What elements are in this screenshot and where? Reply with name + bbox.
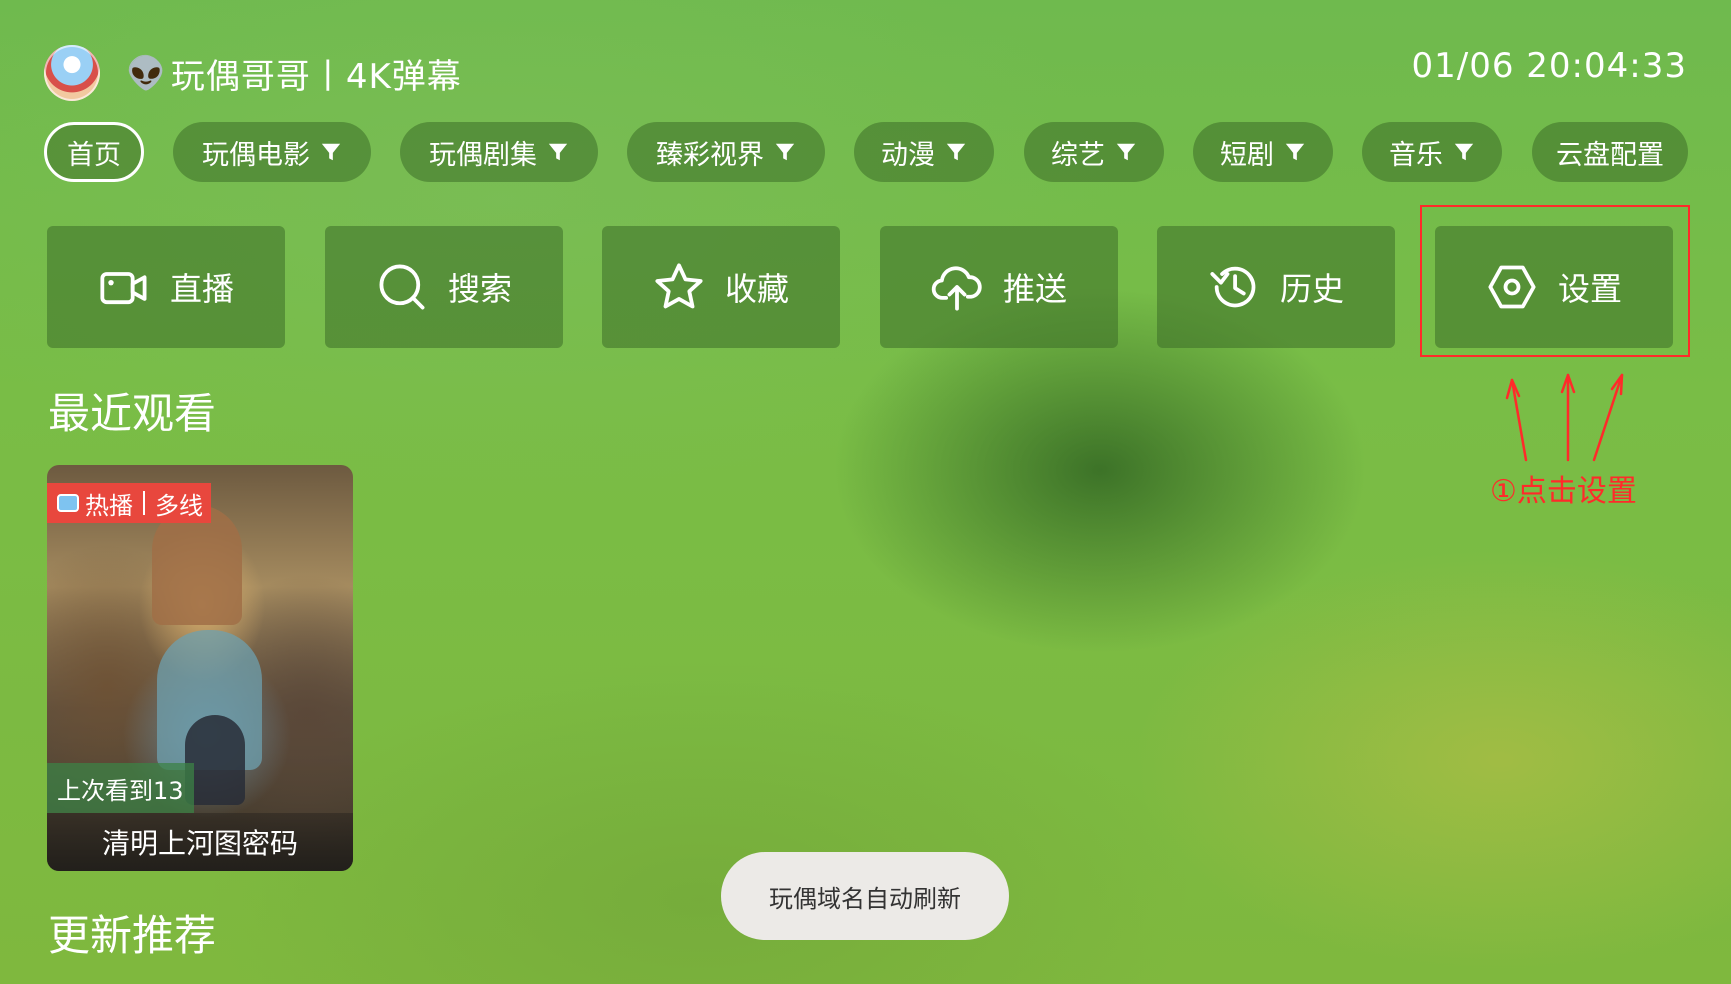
filter-icon	[1454, 143, 1474, 161]
nav-item-label: 短剧	[1220, 139, 1274, 171]
filter-icon	[548, 143, 568, 161]
app-title-text: 玩偶哥哥丨4K弹幕	[170, 56, 462, 97]
nav-item-label: 首页	[67, 139, 121, 171]
filter-icon	[1285, 143, 1305, 161]
recent-item-title: 清明上河图密码	[47, 813, 353, 871]
history-button-label: 历史	[1279, 270, 1344, 308]
nav-item-music[interactable]: 音乐	[1362, 122, 1502, 182]
live-button-label: 直播	[169, 270, 234, 308]
filter-icon	[775, 143, 795, 161]
history-button[interactable]: 历史	[1157, 226, 1395, 348]
app-title: 👽 玩偶哥哥丨4K弹幕	[126, 49, 462, 98]
home-screen: 👽 玩偶哥哥丨4K弹幕 01/06 20:04:33 首页 玩偶电影 玩偶剧集 …	[0, 0, 1731, 984]
nav-item-series[interactable]: 玩偶剧集	[400, 122, 598, 182]
header: 👽 玩偶哥哥丨4K弹幕	[44, 44, 462, 102]
status-badge: 热播 多线	[47, 483, 211, 523]
settings-highlight-box	[1420, 205, 1690, 357]
nav-item-anime[interactable]: 动漫	[854, 122, 994, 182]
favorites-button[interactable]: 收藏	[602, 226, 840, 348]
toast-message: 玩偶域名自动刷新	[721, 852, 1009, 940]
watch-progress-label: 上次看到13	[47, 763, 194, 813]
nav-item-cloud-config[interactable]: 云盘配置	[1532, 122, 1688, 182]
filter-icon	[321, 143, 341, 161]
cloud-upload-icon	[931, 266, 982, 311]
tv-icon	[57, 494, 79, 512]
nav-item-label: 臻彩视界	[656, 139, 764, 171]
recent-item-card[interactable]: 热播 多线 上次看到13 清明上河图密码	[47, 465, 353, 871]
star-icon	[655, 263, 703, 309]
filter-icon	[946, 143, 966, 161]
filter-icon	[1116, 143, 1136, 161]
nav-item-label: 综艺	[1051, 139, 1105, 171]
nav-item-home[interactable]: 首页	[44, 122, 144, 182]
video-camera-icon	[100, 272, 147, 305]
app-logo[interactable]	[44, 45, 100, 101]
annotation-text: ①点击设置	[1490, 474, 1637, 509]
push-button[interactable]: 推送	[880, 226, 1118, 348]
search-icon	[379, 264, 425, 310]
nav-item-zhencai[interactable]: 臻彩视界	[627, 122, 825, 182]
nav-item-movies[interactable]: 玩偶电影	[173, 122, 371, 182]
nav-item-label: 音乐	[1389, 139, 1443, 171]
push-button-label: 推送	[1002, 270, 1067, 308]
poster-figure	[185, 715, 245, 805]
nav-item-label: 动漫	[881, 139, 935, 171]
search-button[interactable]: 搜索	[325, 226, 563, 348]
nav-item-label: 云盘配置	[1556, 139, 1664, 171]
live-button[interactable]: 直播	[47, 226, 285, 348]
annotation-arrows	[1505, 373, 1624, 462]
nav-item-label: 玩偶电影	[202, 139, 310, 171]
history-icon	[1210, 266, 1256, 308]
alien-icon: 👽	[126, 54, 167, 92]
badge-multiline-label: 多线	[155, 491, 203, 520]
nav-item-shorts[interactable]: 短剧	[1193, 122, 1333, 182]
badge-separator	[143, 491, 145, 515]
recent-section-title: 最近观看	[48, 389, 217, 438]
nav-item-label: 玩偶剧集	[429, 139, 537, 171]
poster-figure	[152, 505, 242, 625]
clock: 01/06 20:04:33	[1411, 46, 1687, 86]
favorites-button-label: 收藏	[724, 270, 789, 308]
badge-hot-label: 热播	[85, 491, 133, 520]
nav-item-variety[interactable]: 综艺	[1024, 122, 1164, 182]
updates-section-title: 更新推荐	[48, 911, 217, 960]
search-button-label: 搜索	[447, 270, 512, 308]
